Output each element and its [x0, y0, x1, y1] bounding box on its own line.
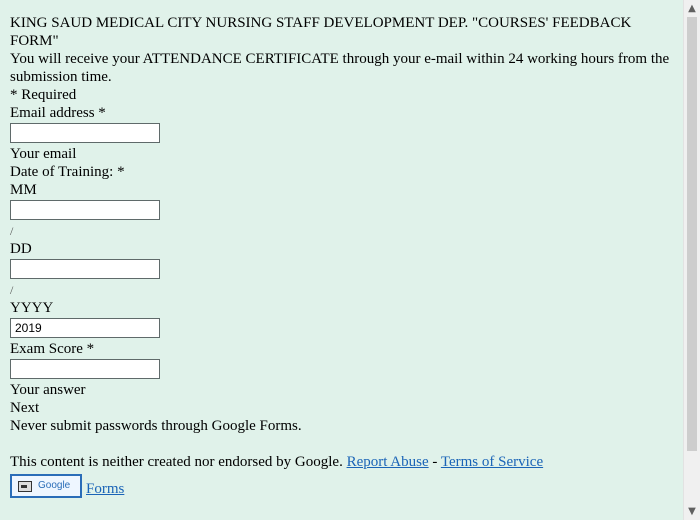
- year-field[interactable]: [10, 318, 160, 338]
- footer-separator: -: [432, 454, 438, 470]
- vertical-scrollbar[interactable]: ▲ ▼: [683, 0, 700, 520]
- date-separator: /: [10, 224, 14, 238]
- form-page: KING SAUD MEDICAL CITY NURSING STAFF DEV…: [0, 0, 683, 520]
- exam-score-hint: Your answer: [10, 382, 86, 398]
- google-logo-text: Google: [38, 480, 71, 491]
- month-label: MM: [10, 182, 37, 198]
- email-label: Email address *: [10, 105, 106, 121]
- form-title: KING SAUD MEDICAL CITY NURSING STAFF DEV…: [10, 15, 632, 49]
- day-field[interactable]: [10, 259, 160, 279]
- required-note: * Required: [10, 87, 77, 103]
- google-forms-row: Google Forms: [10, 474, 673, 498]
- email-field[interactable]: [10, 123, 160, 143]
- terms-of-service-link[interactable]: Terms of Service: [441, 454, 543, 470]
- scroll-up-arrow-icon[interactable]: ▲: [684, 0, 700, 17]
- footer-disclaimer-line: This content is neither created nor endo…: [10, 453, 673, 471]
- scroll-down-arrow-icon[interactable]: ▼: [684, 503, 700, 520]
- form-description: You will receive your ATTENDANCE CERTIFI…: [10, 51, 670, 85]
- image-icon: [18, 480, 32, 492]
- scrollbar-thumb[interactable]: [687, 17, 697, 451]
- next-button[interactable]: Next: [10, 399, 673, 417]
- month-field[interactable]: [10, 200, 160, 220]
- google-forms-logo-button[interactable]: Google: [10, 474, 82, 498]
- password-warning: Never submit passwords through Google Fo…: [10, 418, 302, 434]
- report-abuse-link[interactable]: Report Abuse: [347, 454, 429, 470]
- date-separator: /: [10, 283, 14, 297]
- exam-score-field[interactable]: [10, 359, 160, 379]
- exam-score-label: Exam Score *: [10, 341, 95, 357]
- email-hint: Your email: [10, 146, 77, 162]
- day-label: DD: [10, 241, 32, 257]
- year-label: YYYY: [10, 300, 54, 316]
- date-label: Date of Training: *: [10, 164, 125, 180]
- footer-disclaimer: This content is neither created nor endo…: [10, 454, 343, 470]
- google-forms-link[interactable]: Forms: [86, 480, 124, 498]
